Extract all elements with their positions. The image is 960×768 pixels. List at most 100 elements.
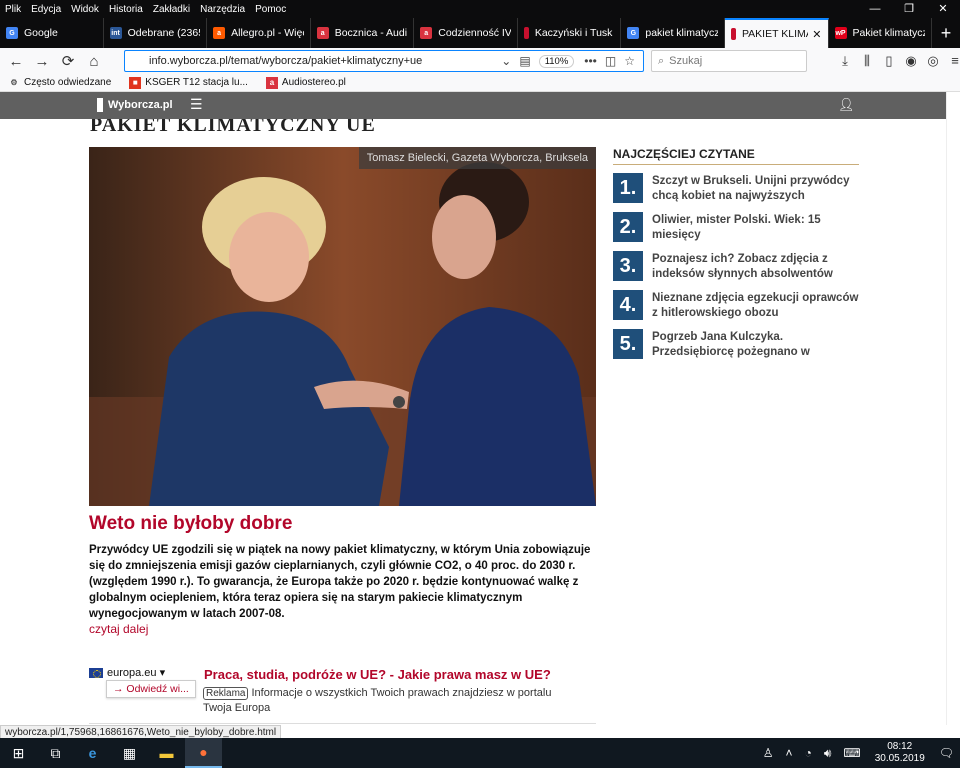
- people-icon[interactable]: ♙: [763, 746, 774, 760]
- tab-odebrane[interactable]: int Odebrane (2365): [104, 18, 208, 48]
- scrollbar[interactable]: [946, 92, 960, 725]
- user-icon[interactable]: 👤︎: [838, 97, 855, 113]
- menu-bar: Plik Edycja Widok Historia Zakładki Narz…: [0, 0, 960, 18]
- ad-title[interactable]: Praca, studia, podróże w UE? - Jakie pra…: [204, 667, 551, 682]
- rank-text[interactable]: Pogrzeb Jana Kulczyka. Przedsiębiorcę po…: [652, 329, 859, 360]
- reload-button[interactable]: ⟳: [55, 50, 81, 72]
- tab-pakiet-google[interactable]: Gpakiet klimatyczn: [621, 18, 725, 48]
- search-box[interactable]: ⌕ Szukaj: [651, 50, 807, 72]
- most-read-item[interactable]: 1. Szczyt w Brukseli. Unijni przywódcy ch…: [613, 173, 859, 204]
- most-read-box: NAJCZĘŚCIEJ CZYTANE 1. Szczyt w Brukseli.…: [613, 147, 859, 360]
- read-more-link[interactable]: czytaj dalej: [89, 622, 148, 636]
- keyboard-icon[interactable]: ⌨: [843, 746, 860, 760]
- zoom-indicator[interactable]: 110%: [538, 54, 575, 68]
- new-tab-button[interactable]: +: [932, 18, 960, 48]
- tab-pakiet-active[interactable]: PAKIET KLIMA ✕: [724, 18, 829, 48]
- clock-date: 30.05.2019: [874, 753, 925, 764]
- logo-text: Wyborcza.pl: [108, 99, 173, 111]
- most-read-item[interactable]: 3. Poznajesz ich? Zobacz zdjęcia z indeks…: [613, 251, 859, 282]
- edge-icon[interactable]: e: [74, 738, 111, 768]
- gear-icon: ⚙: [10, 78, 18, 87]
- tab-google[interactable]: G Google: [0, 18, 104, 48]
- most-read-item[interactable]: 5. Pogrzeb Jana Kulczyka. Przedsiębiorcę …: [613, 329, 859, 360]
- page-actions-icon[interactable]: •••: [584, 54, 597, 68]
- most-read-item[interactable]: 2. Oliwier, mister Polski. Wiek: 15 miesi…: [613, 212, 859, 243]
- ad-tag: Reklama: [203, 687, 249, 700]
- rank-text[interactable]: Poznajesz ich? Zobacz zdjęcia z indeksów…: [652, 251, 859, 282]
- visit-site-button[interactable]: → Odwiedź wi...: [106, 680, 196, 698]
- reader-view-icon[interactable]: ▤: [519, 54, 530, 68]
- dropdown-icon[interactable]: ⌄: [501, 54, 511, 68]
- allegro-icon: a: [213, 27, 226, 39]
- search-icon: ⌕: [658, 54, 665, 67]
- menu-historia[interactable]: Historia: [104, 4, 148, 15]
- web-page: PAKIET KLIMATYCZNY UE Wyborcza.pl ☰ 👤︎ T…: [0, 92, 960, 725]
- article-headline[interactable]: Weto nie byłoby dobre: [89, 513, 292, 535]
- tab-bocznica[interactable]: a Bocznica - Audios: [311, 18, 415, 48]
- eu-flag-icon: [89, 667, 103, 678]
- tab-pakiet-wp[interactable]: wP Pakiet klimatyczny: [829, 18, 933, 48]
- close-tab-icon[interactable]: ✕: [808, 28, 821, 41]
- menu-plik[interactable]: Plik: [0, 4, 26, 15]
- forward-button[interactable]: →: [29, 50, 55, 72]
- audiostereo-icon: a: [265, 76, 278, 89]
- account-icon[interactable]: ◉: [900, 50, 922, 72]
- tab-kaczynski[interactable]: Kaczyński i Tusk k: [518, 18, 622, 48]
- menu-icon[interactable]: ☰: [190, 96, 203, 113]
- toolbar-buttons: ⤓ ⫼ ▯ ◉ ◎ ≡: [834, 50, 960, 72]
- menu-widok[interactable]: Widok: [66, 4, 104, 15]
- menu-zakladki[interactable]: Zakładki: [148, 4, 195, 15]
- bookmark-star-icon[interactable]: ☆: [624, 54, 635, 68]
- back-button[interactable]: ←: [3, 50, 29, 72]
- volume-icon[interactable]: 🔊︎: [824, 746, 832, 761]
- sidebar-icon[interactable]: ▯: [878, 50, 900, 72]
- tab-label: pakiet klimatyczn: [645, 27, 718, 39]
- bookmark-ksger[interactable]: ■ KSGER T12 stacja lu...: [129, 76, 248, 89]
- url-bar[interactable]: info.wyborcza.pl/temat/wyborcza/pakiet+k…: [124, 50, 644, 72]
- article-photo[interactable]: Tomasz Bielecki, Gazeta Wyborcza, Brukse…: [89, 147, 596, 506]
- menu-narzedzia[interactable]: Narzędzia: [195, 4, 250, 15]
- wp-icon: wP: [834, 27, 847, 39]
- logo-mark: [97, 98, 103, 112]
- minimize-icon[interactable]: —: [858, 0, 892, 18]
- ad-source-label: europa.eu ▾: [107, 667, 166, 679]
- clock[interactable]: 08:12 30.05.2019: [875, 741, 925, 765]
- tab-codziennosc[interactable]: a Codzienność IV R: [414, 18, 518, 48]
- library-icon[interactable]: ⫼: [856, 50, 878, 72]
- wyborcza-logo[interactable]: Wyborcza.pl: [97, 98, 173, 112]
- notifications-icon[interactable]: 🗨︎: [939, 746, 954, 760]
- firefox-icon[interactable]: ●: [185, 738, 222, 768]
- start-windows-icon[interactable]: ⊞: [0, 738, 37, 768]
- bookmark-czesto-odwiedzane[interactable]: ⚙ Często odwiedzane: [8, 77, 111, 89]
- most-read-item[interactable]: 4. Nieznane zdjęcia egzekucji oprawców z …: [613, 290, 859, 321]
- url-text[interactable]: info.wyborcza.pl/temat/wyborcza/pakiet+k…: [125, 55, 501, 67]
- hamburger-menu-icon[interactable]: ≡: [944, 50, 960, 72]
- close-window-icon[interactable]: ✕: [926, 0, 960, 18]
- menu-edycja[interactable]: Edycja: [26, 4, 66, 15]
- rank-number: 1.: [613, 173, 643, 203]
- rank-text[interactable]: Oliwier, mister Polski. Wiek: 15 miesięc…: [652, 212, 859, 243]
- tab-bar: G Google int Odebrane (2365) a Allegro.pl -…: [0, 18, 960, 48]
- tray-chevron-icon[interactable]: ˄: [786, 746, 793, 760]
- rank-text[interactable]: Nieznane zdjęcia egzekucji oprawców z hi…: [652, 290, 859, 321]
- extension-icon[interactable]: ◎: [922, 50, 944, 72]
- menu-pomoc[interactable]: Pomoc: [250, 4, 291, 15]
- tab-allegro[interactable]: a Allegro.pl - Więce: [207, 18, 311, 48]
- most-read-title: NAJCZĘŚCIEJ CZYTANE: [613, 147, 859, 165]
- calculator-icon[interactable]: ▦: [111, 738, 148, 768]
- task-view-icon[interactable]: ⧉: [37, 738, 74, 768]
- photo-illustration: [89, 147, 596, 506]
- rank-number: 5.: [613, 329, 643, 359]
- home-button[interactable]: ⌂: [81, 50, 107, 72]
- downloads-icon[interactable]: ⤓: [834, 50, 856, 72]
- restore-icon[interactable]: ❐: [892, 0, 926, 18]
- bookmark-audiostereo[interactable]: a Audiostereo.pl: [265, 76, 346, 89]
- pocket-icon[interactable]: ◫: [605, 54, 616, 68]
- ad-source[interactable]: europa.eu ▾: [89, 666, 165, 679]
- window-controls: — ❐ ✕: [858, 0, 960, 18]
- rank-text[interactable]: Szczyt w Brukseli. Unijni przywódcy chcą…: [652, 173, 859, 204]
- network-icon[interactable]: ◔: [805, 746, 812, 760]
- file-explorer-icon[interactable]: ▬: [148, 738, 185, 768]
- article-lead: Przywódcy UE zgodzili się w piątek na no…: [89, 544, 591, 620]
- tab-label: Bocznica - Audios: [334, 27, 408, 39]
